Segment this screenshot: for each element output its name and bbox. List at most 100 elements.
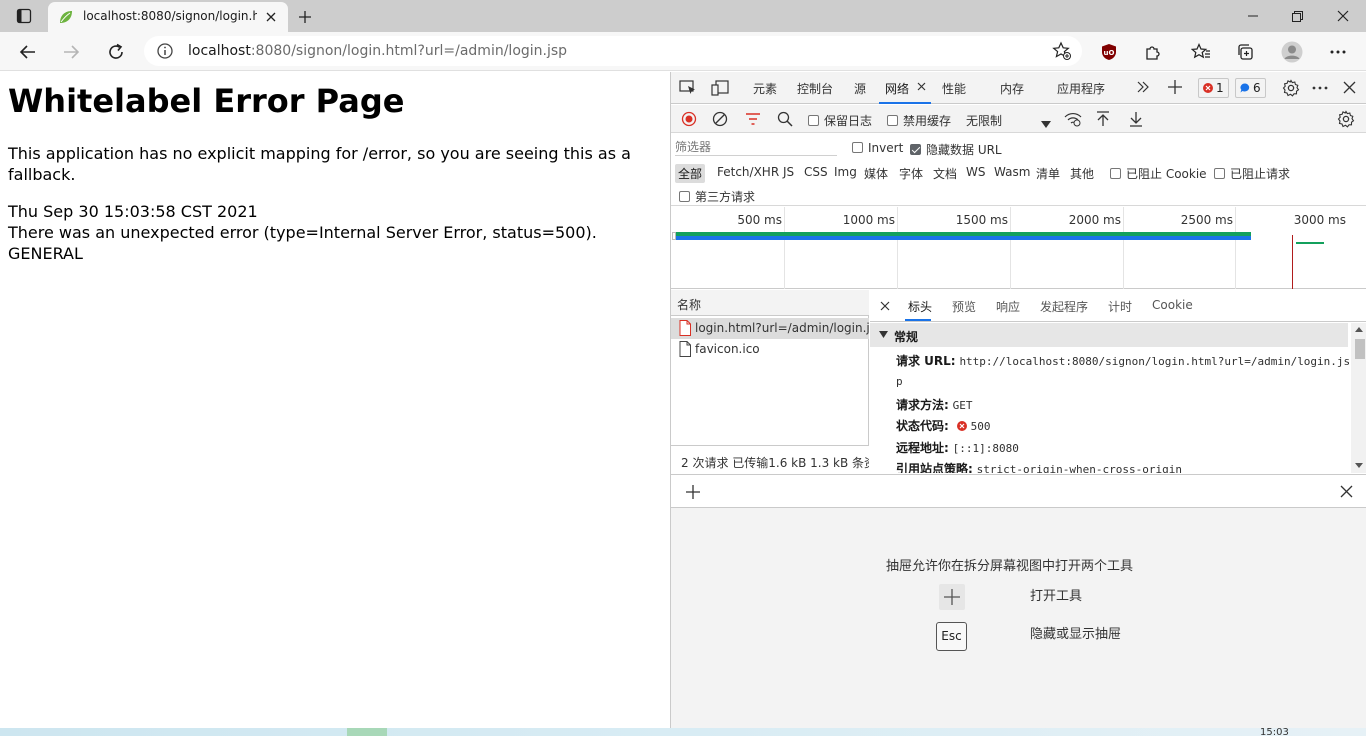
restore-icon[interactable] xyxy=(1274,2,1320,30)
devtools-tab-bar: 元素 控制台 源 网络 性能 内存 应用程序 1 6 xyxy=(671,72,1366,104)
ublock-icon[interactable]: uO xyxy=(1094,37,1124,67)
third-party-row: 第三方请求 xyxy=(671,184,1366,206)
url-text[interactable]: localhost:8080/signon/login.html?url=/ad… xyxy=(188,43,567,59)
scroll-thumb[interactable] xyxy=(1355,339,1365,359)
open-tool-plus-icon[interactable] xyxy=(939,584,965,610)
tab-initiator[interactable]: 发起程序 xyxy=(1040,298,1088,315)
address-bar[interactable]: localhost:8080/signon/login.html?url=/ad… xyxy=(144,36,1082,66)
network-settings-icon[interactable] xyxy=(1337,109,1355,129)
message-count-badge[interactable]: 6 xyxy=(1235,78,1266,98)
close-drawer-icon[interactable] xyxy=(1340,485,1353,498)
device-toolbar-icon[interactable] xyxy=(711,80,729,96)
close-window-icon[interactable] xyxy=(1320,2,1366,30)
tab-cookies[interactable]: Cookie xyxy=(1152,298,1193,312)
scroll-up-icon[interactable] xyxy=(1355,327,1363,332)
close-network-tab-icon[interactable] xyxy=(917,82,926,91)
tab-sources[interactable]: 源 xyxy=(854,80,866,97)
request-row[interactable]: login.html?url=/admin/login.jsp xyxy=(671,318,884,339)
tab-network[interactable]: 网络 xyxy=(885,80,909,97)
detail-scrollbar[interactable] xyxy=(1351,323,1366,473)
type-font[interactable]: 字体 xyxy=(896,164,926,183)
open-tool-label: 打开工具 xyxy=(1030,589,1083,604)
tab-elements[interactable]: 元素 xyxy=(753,80,777,97)
tab-console[interactable]: 控制台 xyxy=(797,80,833,97)
close-devtools-icon[interactable] xyxy=(1343,81,1356,94)
error-message: This application has no explicit mapping… xyxy=(8,144,631,184)
drawer-description: 抽屉允许你在拆分屏幕视图中打开两个工具 xyxy=(886,559,1134,574)
tick-label: 500 ms xyxy=(737,213,782,227)
type-all[interactable]: 全部 xyxy=(675,164,706,183)
type-wasm[interactable]: Wasm xyxy=(991,164,1033,180)
name-column-header[interactable]: 名称 xyxy=(671,290,869,316)
add-tool-icon[interactable] xyxy=(1168,80,1182,94)
active-tab-indicator xyxy=(879,102,931,104)
disable-cache-checkbox[interactable]: 禁用缓存 xyxy=(887,112,951,129)
tab-response[interactable]: 响应 xyxy=(996,298,1020,315)
tab-application[interactable]: 应用程序 xyxy=(1057,80,1105,97)
more-options-icon[interactable] xyxy=(1323,37,1353,67)
export-har-icon[interactable] xyxy=(1129,109,1143,129)
import-har-icon[interactable] xyxy=(1096,109,1110,129)
scroll-down-icon[interactable] xyxy=(1355,463,1363,468)
settings-gear-icon[interactable] xyxy=(1282,79,1300,97)
inspect-element-icon[interactable] xyxy=(679,80,697,96)
clear-icon[interactable] xyxy=(712,109,728,129)
page-content: Whitelabel Error Page This application h… xyxy=(0,72,670,728)
filter-input[interactable] xyxy=(675,138,837,156)
close-tab-icon[interactable] xyxy=(262,8,280,26)
minimize-icon[interactable] xyxy=(1230,2,1276,30)
devtools-more-icon[interactable] xyxy=(1312,86,1328,90)
invert-checkbox[interactable]: Invert xyxy=(852,141,903,155)
back-icon[interactable] xyxy=(13,37,43,67)
collections-icon[interactable] xyxy=(1230,37,1260,67)
tick-label: 1500 ms xyxy=(955,213,1008,227)
general-section-header[interactable]: 常规 xyxy=(870,323,1348,347)
type-img[interactable]: Img xyxy=(831,164,860,180)
profile-avatar-icon[interactable] xyxy=(1277,37,1307,67)
browser-tab[interactable]: localhost:8080/signon/login.html?url=/ad… xyxy=(48,2,288,32)
tab-headers[interactable]: 标头 xyxy=(908,298,932,315)
tab-performance[interactable]: 性能 xyxy=(942,80,966,97)
hide-data-urls-checkbox[interactable]: 隐藏数据 URL xyxy=(910,141,1002,158)
search-icon[interactable] xyxy=(777,109,793,129)
active-detail-tab-indicator xyxy=(905,319,931,321)
extensions-icon[interactable] xyxy=(1138,37,1168,67)
tab-preview[interactable]: 预览 xyxy=(952,298,976,315)
type-fetch-xhr[interactable]: Fetch/XHR xyxy=(714,164,782,180)
new-tab-icon[interactable] xyxy=(294,6,316,28)
type-doc[interactable]: 文档 xyxy=(930,164,960,183)
record-icon[interactable] xyxy=(681,109,697,129)
network-overview-timeline[interactable]: 500 ms 1000 ms 1500 ms 2000 ms 2500 ms 3… xyxy=(671,207,1366,289)
tab-memory[interactable]: 内存 xyxy=(1000,80,1024,97)
info-icon[interactable] xyxy=(156,42,174,60)
preserve-log-checkbox[interactable]: 保留日志 xyxy=(808,112,872,129)
blocked-requests-checkbox[interactable]: 已阻止请求 xyxy=(1214,165,1290,182)
request-method-row: 请求方法: GET xyxy=(896,398,973,412)
filter-icon[interactable] xyxy=(745,109,761,129)
error-description: There was an unexpected error (type=Inte… xyxy=(8,223,597,242)
type-other[interactable]: 其他 xyxy=(1067,164,1097,183)
type-media[interactable]: 媒体 xyxy=(861,164,891,183)
type-manifest[interactable]: 清单 xyxy=(1033,164,1063,183)
tab-actions-icon[interactable] xyxy=(10,6,38,26)
error-count-badge[interactable]: 1 xyxy=(1198,78,1229,98)
close-detail-icon[interactable] xyxy=(880,301,890,311)
forward-icon[interactable] xyxy=(56,37,86,67)
type-css[interactable]: CSS xyxy=(801,164,831,180)
throttle-select[interactable]: 无限制 xyxy=(966,112,1002,129)
refresh-icon[interactable] xyxy=(101,37,131,67)
tab-timing[interactable]: 计时 xyxy=(1108,298,1132,315)
add-favorite-icon[interactable] xyxy=(1052,41,1072,61)
request-row[interactable]: favicon.ico xyxy=(671,339,869,360)
third-party-checkbox[interactable]: 第三方请求 xyxy=(679,188,755,205)
network-conditions-icon[interactable] xyxy=(1064,109,1082,129)
request-name: favicon.ico xyxy=(695,342,760,356)
throttle-chevron-down-icon[interactable] xyxy=(1041,114,1051,134)
favorites-icon[interactable] xyxy=(1186,37,1216,67)
blocked-cookies-checkbox[interactable]: 已阻止 Cookie xyxy=(1110,165,1207,182)
type-ws[interactable]: WS xyxy=(963,164,988,180)
more-tabs-icon[interactable] xyxy=(1137,81,1149,93)
taskbar-app-icon[interactable] xyxy=(347,728,387,736)
type-js[interactable]: JS xyxy=(780,164,797,180)
drawer-add-icon[interactable] xyxy=(686,485,700,499)
